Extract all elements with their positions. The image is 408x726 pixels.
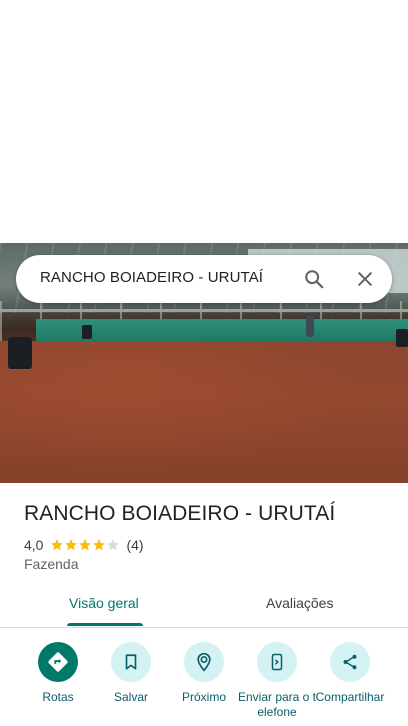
save-label: Salvar (113, 690, 148, 704)
action-bar: Rotas Salvar Próximo Enviar para o telef… (0, 642, 408, 726)
search-icon[interactable] (302, 267, 326, 291)
directions-button[interactable]: Rotas (18, 642, 98, 705)
star-icon (107, 539, 120, 551)
send-to-phone-icon (257, 642, 297, 682)
directions-icon (38, 642, 78, 682)
nearby-icon (184, 642, 224, 682)
star-icon (65, 539, 78, 551)
search-query[interactable]: RANCHO BOIADEIRO - URUTAÍ (40, 269, 263, 286)
star-icon (93, 539, 106, 551)
star-icon (79, 539, 92, 551)
tab-overview[interactable]: Visão geral (69, 595, 139, 611)
rating-row[interactable]: 4,0 (4) (24, 536, 144, 554)
active-tab-indicator (67, 623, 143, 626)
star-rating (50, 538, 120, 552)
star-icon (51, 539, 64, 551)
share-button[interactable]: Compartilhar (310, 642, 390, 705)
photo-arena-ground (0, 341, 408, 483)
share-label: Compartilhar (315, 690, 385, 704)
send-to-phone-label: Enviar para o telefone (237, 690, 317, 719)
place-title: RANCHO BOIADEIRO - URUTAÍ (24, 502, 336, 525)
directions-label: Rotas (42, 690, 74, 704)
search-bar[interactable]: RANCHO BOIADEIRO - URUTAÍ (16, 255, 392, 303)
send-to-phone-button[interactable]: Enviar para o telefone (237, 642, 317, 720)
nearby-label: Próximo (181, 690, 226, 704)
nearby-button[interactable]: Próximo (164, 642, 244, 705)
place-tabs: Visão geral Avaliações (0, 585, 408, 627)
divider (0, 627, 408, 628)
tab-reviews[interactable]: Avaliações (266, 595, 333, 611)
review-count[interactable]: (4) (126, 537, 143, 553)
rating-value: 4,0 (24, 537, 44, 553)
bookmark-icon (111, 642, 151, 682)
share-icon (330, 642, 370, 682)
save-button[interactable]: Salvar (91, 642, 171, 705)
place-category[interactable]: Fazenda (24, 556, 78, 572)
map-blank-area (0, 0, 408, 243)
close-icon[interactable] (353, 267, 377, 291)
